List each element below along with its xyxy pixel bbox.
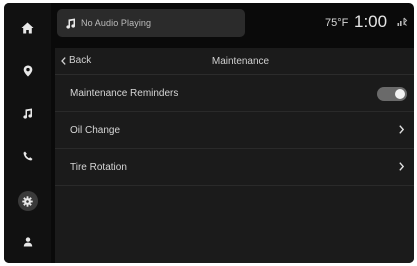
- phone-icon: [23, 151, 32, 161]
- gear-icon: [22, 195, 33, 207]
- user-icon: [23, 237, 32, 247]
- location-pin-icon: [23, 65, 32, 77]
- outside-temperature: 75°F: [325, 17, 349, 29]
- settings-active-indicator: [17, 191, 38, 211]
- phone-signal-icon: [397, 17, 408, 26]
- music-note-icon: [23, 108, 32, 119]
- nav-home[interactable]: [4, 11, 51, 45]
- page-title: Maintenance: [211, 56, 270, 67]
- maintenance-panel: Back Maintenance Maintenance Reminders O…: [55, 48, 414, 263]
- music-note-icon: [66, 18, 75, 29]
- chevron-right-icon: [399, 162, 404, 171]
- home-icon: [21, 22, 34, 34]
- nav-navigation[interactable]: [4, 54, 51, 88]
- row-label: Maintenance Reminders: [70, 88, 179, 99]
- nav-settings[interactable]: [4, 184, 51, 218]
- row-label: Tire Rotation: [70, 162, 127, 173]
- maintenance-reminders-row[interactable]: Maintenance Reminders: [55, 76, 414, 112]
- tire-rotation-row[interactable]: Tire Rotation: [55, 150, 414, 186]
- clock: 1:00: [354, 12, 388, 31]
- toggle-knob: [395, 89, 405, 99]
- infotainment-screen: No Audio Playing 75°F 1:00 Back Maintena…: [4, 3, 414, 263]
- chevron-right-icon: [399, 125, 404, 134]
- left-nav-rail: [4, 3, 51, 263]
- status-bar: No Audio Playing 75°F 1:00: [51, 3, 414, 43]
- maintenance-reminders-toggle[interactable]: [377, 87, 407, 101]
- nav-audio[interactable]: [4, 96, 51, 130]
- row-label: Oil Change: [70, 125, 121, 136]
- oil-change-row[interactable]: Oil Change: [55, 113, 414, 149]
- now-playing-pill[interactable]: No Audio Playing: [57, 9, 245, 37]
- nav-profile[interactable]: [4, 225, 51, 259]
- panel-header: Back Maintenance: [55, 48, 414, 75]
- nav-phone[interactable]: [4, 139, 51, 173]
- now-playing-text: No Audio Playing: [81, 18, 152, 28]
